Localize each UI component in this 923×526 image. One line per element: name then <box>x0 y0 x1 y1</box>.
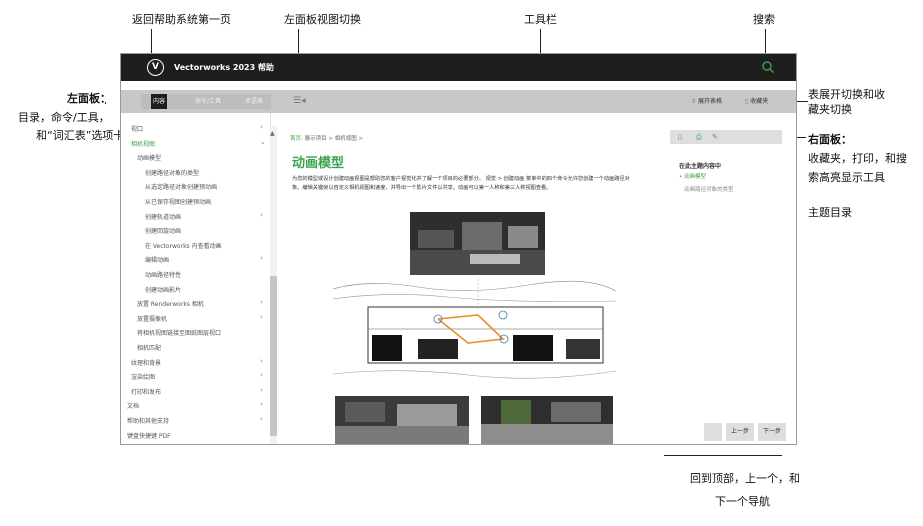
nav-item[interactable]: 帮助和其他支持 <box>127 416 169 425</box>
animation-render-right <box>481 396 613 444</box>
favorites-label: 收藏夹 <box>750 98 769 105</box>
nav-item[interactable]: 创建动画影片 <box>145 285 181 294</box>
search-icon[interactable] <box>761 60 775 74</box>
left-panel-scrollbar[interactable] <box>270 126 277 444</box>
nav-item[interactable]: 将相机视图链接至图纸图层视口 <box>137 328 221 337</box>
annotation-left-panel-title: 左面板： <box>67 92 111 105</box>
annotation-left-panel-desc-1: 目录，命令/工具， <box>18 111 110 124</box>
bookmark-icon[interactable]: ▯ <box>678 133 682 141</box>
nav-item[interactable]: 纹理和背景 <box>131 358 161 367</box>
nav-item[interactable]: 相机匹配 <box>137 343 161 352</box>
nav-chevron-icon[interactable]: › <box>260 357 263 365</box>
content-area: 首页: 展示项目 > 相机视图 > 动画模型 为您的模型或设计创建动画视图是帮助… <box>281 113 661 444</box>
callout-line-nav <box>664 455 782 456</box>
nav-item[interactable]: 渲染绘图 <box>131 372 155 381</box>
app-title: Vectorworks 2023 帮助 <box>174 63 274 72</box>
right-panel: ▯ ⎙ ✎ 在此主题内容中 • 动画模型 动画路径对象的类型 <box>670 113 796 444</box>
annotation-toolbar: 工具栏 <box>524 13 557 26</box>
nav-chevron-icon[interactable]: › <box>260 298 263 306</box>
top-bar: V Vectorworks 2023 帮助 <box>121 54 796 81</box>
toolbar: 内容 命令/工具 术语表 ☰◂ ⇕ 展开表格 ▯ 收藏夹 <box>121 90 796 113</box>
annotation-view-toggle: 左面板视图切换 <box>284 13 361 26</box>
nav-chevron-icon[interactable]: › <box>260 254 263 262</box>
nav-item[interactable]: 创建轨道动画 <box>145 212 181 221</box>
callout-line-home <box>151 29 152 53</box>
help-window: V Vectorworks 2023 帮助 内容 命令/工具 术语表 ☰◂ ⇕ … <box>120 53 797 445</box>
left-panel-nav: 视口 › 相机视图 ⌄ 动画模型创建路径对象的类型从选定路径对象创建预动画 从已保存视图创… <box>121 113 271 444</box>
nav-item[interactable]: 动画路径特性 <box>145 270 181 279</box>
topic-toc-heading: 在此主题内容中 <box>679 163 722 170</box>
nav-item[interactable]: 键盘快捷键 PDF <box>127 431 171 440</box>
tab-commands-tools[interactable]: 命令/工具 <box>191 94 225 109</box>
tab-glossary[interactable]: 术语表 <box>241 94 267 109</box>
nav-chevron-icon[interactable]: › <box>260 123 263 131</box>
annotation-left-panel-desc-2: 和“词汇表”选项卡 <box>36 129 125 142</box>
nav-chevron-icon[interactable]: › <box>260 371 263 379</box>
nav-item[interactable]: 从选定路径对象创建预动画 <box>145 182 217 191</box>
animation-render-top <box>410 212 545 275</box>
right-panel-tools: ▯ ⎙ ✎ <box>670 130 782 144</box>
annotation-table-toggle-2: 藏夹切换 <box>808 103 852 116</box>
topic-toc-item-label: 动画模型 <box>684 174 707 180</box>
expand-label: 展开表格 <box>697 98 722 105</box>
annotation-home: 返回帮助系统第一页 <box>132 13 231 26</box>
annotation-right-panel-desc-1: 收藏夹，打印，和搜 <box>808 152 907 165</box>
nav-item[interactable]: 创建路径对象的类型 <box>145 168 199 177</box>
expand-icon: ⇕ <box>691 98 698 105</box>
highlight-icon[interactable]: ✎ <box>712 133 718 141</box>
nav-chevron-icon[interactable]: › <box>260 400 263 408</box>
nav-item[interactable]: 打印和发布 <box>131 387 161 396</box>
nav-chevron-icon[interactable]: › <box>260 313 263 321</box>
nav-item[interactable]: 创建回旋动画 <box>145 226 181 235</box>
nav-item[interactable]: 相机视图 <box>131 139 155 148</box>
scrollbar-thumb[interactable] <box>270 276 277 436</box>
nav-item[interactable]: 编辑动画 <box>145 255 169 264</box>
vectorworks-logo[interactable]: V <box>147 59 164 76</box>
nav-item[interactable]: 视口 <box>131 124 143 133</box>
nav-item[interactable]: 放置摄像机 <box>137 314 167 323</box>
nav-item[interactable]: 动画模型 <box>137 153 161 162</box>
tab-contents[interactable]: 内容 <box>151 94 167 109</box>
nav-item[interactable]: 在 Vectorworks 内查看动画 <box>145 241 222 250</box>
next-button[interactable]: 下一步 <box>758 423 786 441</box>
breadcrumb: 首页: 展示项目 > 相机视图 > <box>290 134 363 142</box>
nav-chevron-icon[interactable]: ⌄ <box>260 138 266 146</box>
annotation-nav-2: 下一个导航 <box>715 495 770 508</box>
nav-chevron-icon[interactable]: › <box>260 415 263 423</box>
breadcrumb-path[interactable]: 展示项目 > 相机视图 > <box>305 136 363 142</box>
annotation-search: 搜索 <box>753 13 775 26</box>
back-to-top-button[interactable] <box>704 423 722 441</box>
callout-line-left-panel <box>105 102 106 104</box>
breadcrumb-home-link[interactable]: 首页: <box>290 136 303 142</box>
intro-paragraph: 为您的模型或设计创建动画视图是帮助您的客户视觉化并了解一个项目的必要部分。 视觉… <box>292 176 630 191</box>
left-panel-tabs: 内容 命令/工具 术语表 <box>141 94 271 109</box>
annotation-right-panel-title: 右面板： <box>808 133 852 146</box>
nav-item[interactable]: 文档 <box>127 401 139 410</box>
nav-chevron-icon[interactable]: › <box>260 386 263 394</box>
nav-item[interactable]: 放置 Renderworks 相机 <box>137 299 204 308</box>
favorites-button[interactable]: ▯ 收藏夹 <box>745 96 768 105</box>
expand-tables-button[interactable]: ⇕ 展开表格 <box>691 96 722 105</box>
annotation-nav-1: 回到顶部，上一个，和 <box>690 472 800 485</box>
page-title: 动画模型 <box>292 156 345 171</box>
topic-toc-item[interactable]: • 动画模型 <box>679 172 706 180</box>
topic-toc-item[interactable]: 动画路径对象的类型 <box>684 185 734 193</box>
nav-chevron-icon[interactable]: › <box>260 211 263 219</box>
nav-item[interactable]: 从已保存视图创建预动画 <box>145 197 211 206</box>
annotation-right-panel-desc-2: 索高亮显示工具 <box>808 171 885 184</box>
animation-floor-plan <box>328 279 621 386</box>
print-icon[interactable]: ⎙ <box>696 133 702 142</box>
animation-render-left <box>335 396 469 444</box>
left-panel-view-toggle-icon[interactable]: ☰◂ <box>293 96 306 106</box>
annotation-topic-toc: 主题目录 <box>808 206 852 219</box>
prev-button[interactable]: 上一步 <box>726 423 754 441</box>
scroll-up-arrow-icon[interactable]: ▲ <box>270 130 275 137</box>
